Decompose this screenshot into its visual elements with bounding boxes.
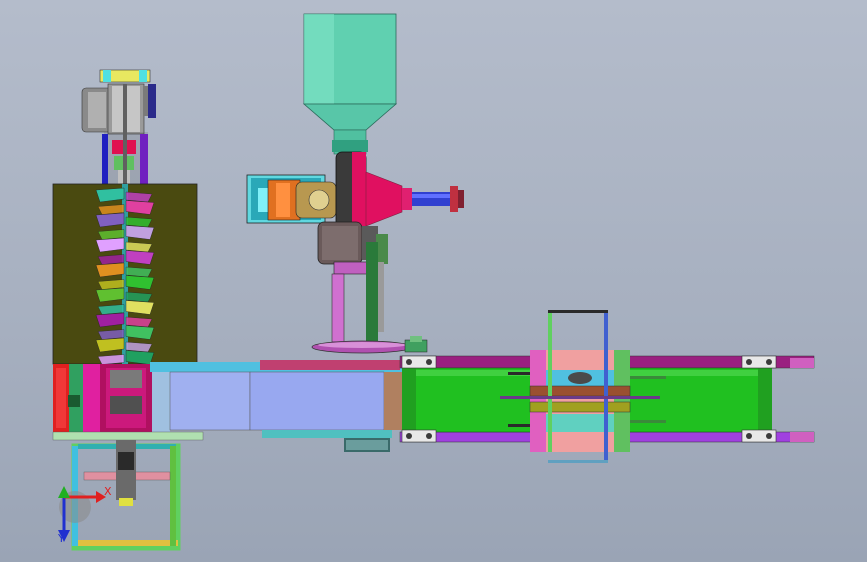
- screw-blade: [125, 191, 153, 203]
- feed-hopper[interactable]: [302, 13, 398, 155]
- screw-blade: [97, 254, 125, 265]
- y-axis-label: Y: [57, 532, 65, 545]
- y-axis-arrow: [58, 486, 70, 498]
- screw-blade: [125, 341, 153, 353]
- bolt-icon: [766, 433, 772, 439]
- screw-blade: [97, 329, 125, 340]
- screw-blade: [125, 241, 153, 253]
- mixer-drive-motor[interactable]: [81, 69, 156, 184]
- x-axis-label: X: [104, 485, 112, 498]
- assembly-drawing: X Y: [52, 13, 815, 551]
- bolt-icon: [746, 359, 752, 365]
- screw-blade: [97, 279, 125, 290]
- screw-blade: [97, 354, 125, 365]
- bolt-icon: [406, 359, 412, 365]
- screw-blade: [97, 229, 125, 240]
- screw-blade: [125, 216, 153, 228]
- screw-blade: [97, 304, 125, 315]
- coordinate-triad: X Y: [57, 485, 112, 545]
- screw-blade: [97, 204, 125, 215]
- bolt-icon: [426, 433, 432, 439]
- screw-blade: [125, 266, 153, 278]
- screw-blade: [125, 291, 153, 303]
- cad-viewport[interactable]: X Y: [0, 0, 867, 562]
- mixer-tank[interactable]: [52, 183, 198, 365]
- bolt-icon: [766, 359, 772, 365]
- bolt-icon: [746, 433, 752, 439]
- screw-blade: [125, 316, 153, 328]
- support-frame[interactable]: [71, 440, 181, 551]
- bolt-icon: [406, 433, 412, 439]
- bolt-icon: [426, 359, 432, 365]
